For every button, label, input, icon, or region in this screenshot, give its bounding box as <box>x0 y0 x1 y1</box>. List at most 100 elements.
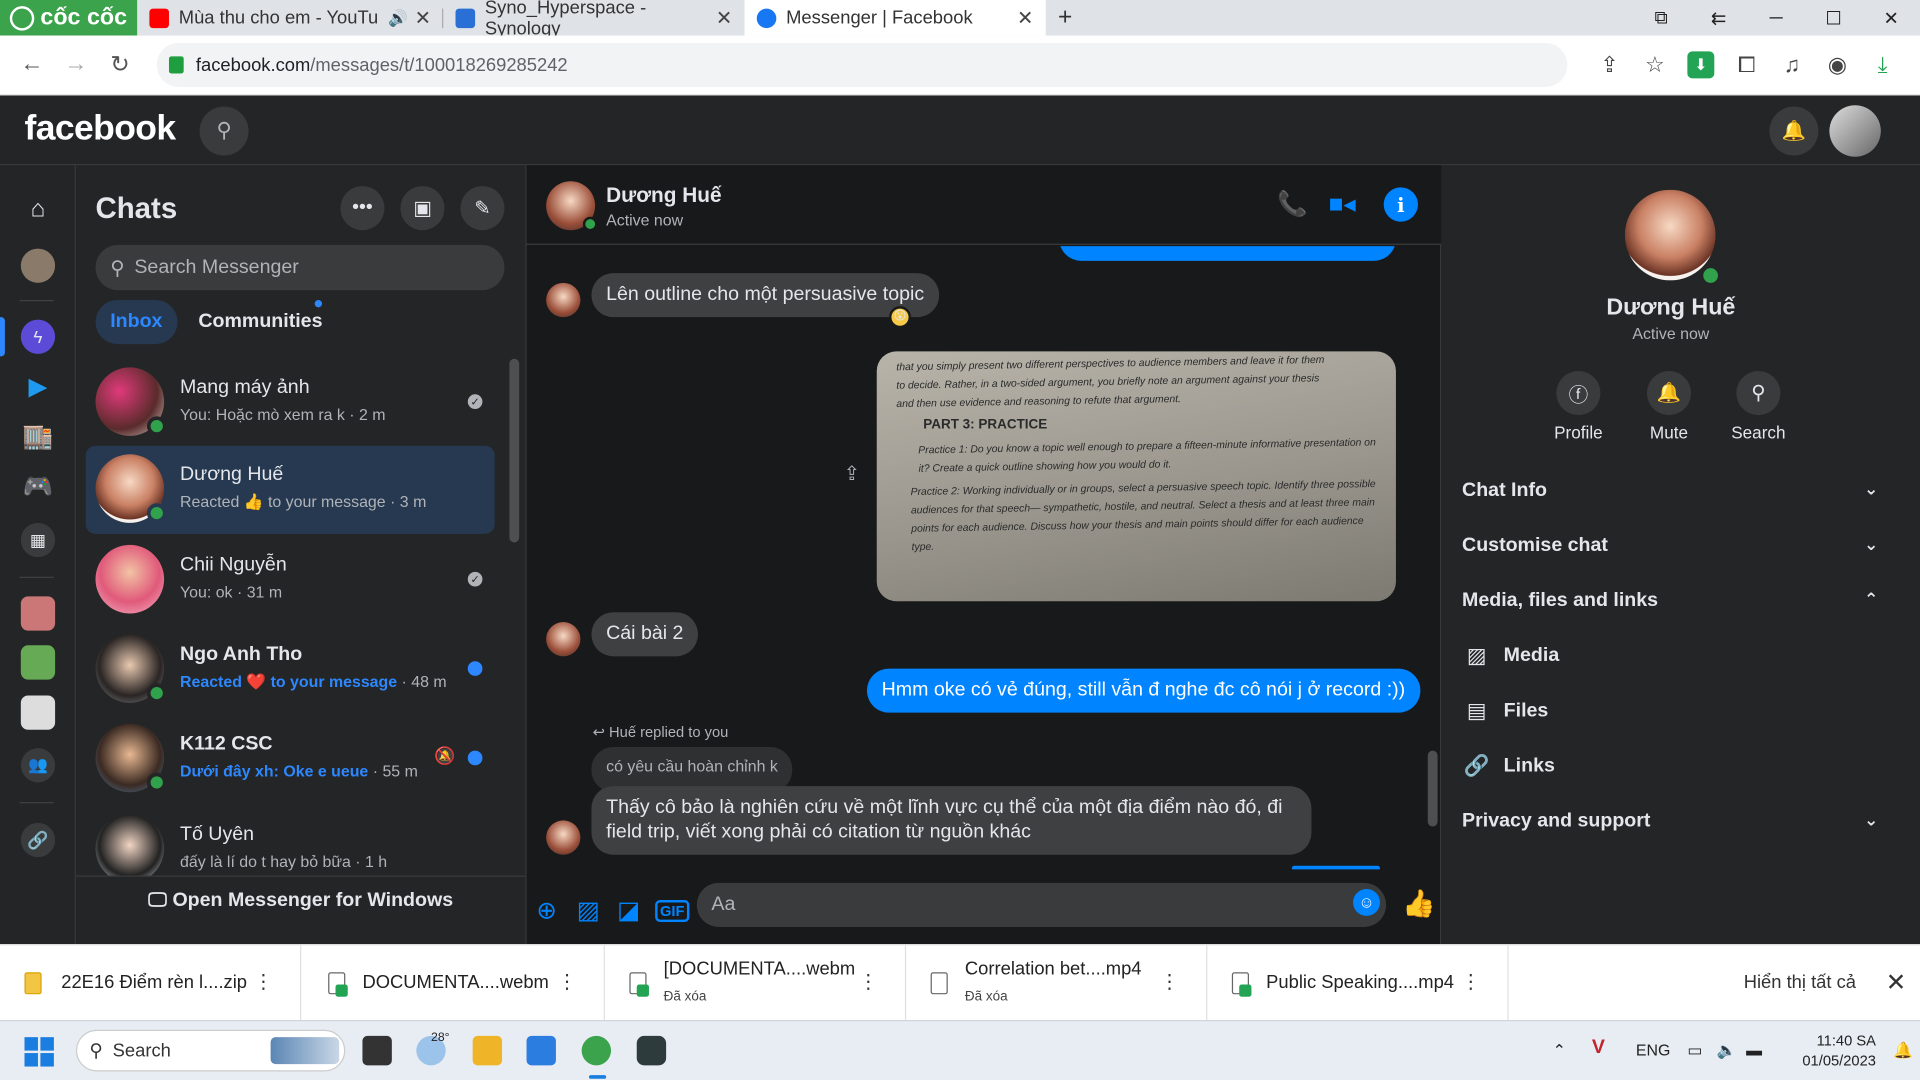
outgoing-message[interactable]: Hmm oke có vẻ đúng, still vẫn đ nghe đc … <box>866 668 1420 713</box>
clock[interactable]: 11:40 SA 01/05/2023 <box>1778 1031 1876 1070</box>
group-thumb-1[interactable] <box>20 596 56 631</box>
incoming-message[interactable]: Thấy cô bảo là nghiên cứu về một lĩnh vự… <box>591 786 1312 855</box>
image-icon[interactable]: ▨ <box>577 895 600 926</box>
profile-action[interactable]: ⓕ Profile <box>1536 371 1622 442</box>
more-icon[interactable]: ⋮ <box>1461 970 1481 994</box>
close-icon[interactable]: ✕ <box>415 6 431 30</box>
notification-icon[interactable]: 🔔 <box>1893 1041 1913 1061</box>
messenger-icon[interactable]: ϟ <box>20 319 56 354</box>
section-chat-info[interactable]: Chat Info ⌄ <box>1462 464 1878 518</box>
more-icon[interactable]: ⋮ <box>1160 970 1180 994</box>
share-icon[interactable]: ⇪ <box>1587 52 1632 78</box>
reload-icon[interactable]: ↻ <box>98 51 142 79</box>
groups-icon[interactable]: 👥 <box>20 748 56 783</box>
home-icon[interactable]: ⌂ <box>21 192 55 226</box>
link-icon[interactable]: 🔗 <box>20 822 56 858</box>
incoming-message[interactable]: Cái bài 2 <box>591 612 699 657</box>
incoming-message[interactable]: Lên outline cho một persuasive topic <box>591 273 939 318</box>
chat-item[interactable]: Chii Nguyễn You: ok · 31 m ✓ <box>86 536 495 624</box>
chevron-up-icon[interactable]: ⌃ <box>1553 1041 1566 1061</box>
minimize-button[interactable]: ─ <box>1747 7 1805 28</box>
language-indicator[interactable]: ENG <box>1636 1041 1670 1059</box>
chat-item[interactable]: K112 CSC Dưới đây xh: Oke e ueue · 55 m … <box>86 715 495 803</box>
files-item[interactable]: ▤ Files <box>1462 684 1878 738</box>
section-privacy-support[interactable]: Privacy and support ⌄ <box>1462 795 1878 849</box>
tab-inbox[interactable]: Inbox <box>95 300 178 345</box>
message-scrollbar[interactable] <box>1427 750 1438 827</box>
more-icon[interactable]: ⋮ <box>557 970 577 994</box>
new-message-button[interactable]: ✎ <box>460 186 505 231</box>
profile-avatar[interactable] <box>20 248 56 283</box>
tab-youtube[interactable]: Mùa thu cho em - YouTu 🔊 ✕ <box>137 0 444 36</box>
gif-icon[interactable]: GIF <box>655 900 690 923</box>
download-item[interactable]: Correlation bet....mp4 Đã xóa ⋮ <box>906 945 1208 1022</box>
download-item[interactable]: [DOCUMENTA....webm Đã xóa ⋮ <box>605 945 907 1022</box>
open-messenger-windows-link[interactable]: 🖵 Open Messenger for Windows <box>76 890 525 912</box>
account-icon[interactable]: ◉ <box>1815 52 1860 78</box>
windows-start-icon[interactable] <box>24 1037 54 1067</box>
chat-item-selected[interactable]: Dương Huế Reacted 👍 to your message · 3 … <box>85 445 495 534</box>
chat-item[interactable]: Tố Uyên đấy là lí do t hay bỏ bữa · 1 h <box>86 806 495 876</box>
chat-item[interactable]: Mang máy ảnh You: Hoặc mò xem ra k · 2 m… <box>86 359 495 447</box>
contact-name[interactable]: Dương Huế <box>606 184 721 208</box>
like-icon[interactable]: 👍 <box>1402 888 1436 920</box>
message-input[interactable]: Aa <box>696 882 1387 927</box>
chat-item[interactable]: Ngo Anh Tho Reacted ❤️ to your message ·… <box>86 626 495 714</box>
search-icon[interactable]: ⚲ <box>199 106 249 156</box>
forward-icon[interactable]: → <box>54 51 98 78</box>
coccoc-taskbar-icon[interactable] <box>581 1035 612 1066</box>
sticker-icon[interactable]: ◪ <box>617 895 640 926</box>
phone-icon[interactable]: 📞 <box>1277 189 1307 220</box>
taskbar-search[interactable]: ⚲ Search <box>75 1029 346 1072</box>
close-icon[interactable]: ✕ <box>1886 967 1907 998</box>
antivirus-icon[interactable]: V <box>1592 1037 1605 1059</box>
more-options-button[interactable]: ••• <box>340 186 385 231</box>
back-icon[interactable]: ← <box>10 51 54 78</box>
search-action[interactable]: ⚲ Search <box>1716 371 1802 442</box>
todo-icon[interactable] <box>526 1035 556 1066</box>
playlist-icon[interactable]: ♫ <box>1769 52 1814 78</box>
close-icon[interactable]: ✕ <box>1017 6 1033 30</box>
plus-icon[interactable]: ⊕ <box>536 895 557 926</box>
bell-icon[interactable]: 🔔 <box>1769 106 1819 156</box>
mute-action[interactable]: 🔔 Mute <box>1626 371 1712 442</box>
volume-icon[interactable]: 🔈 <box>1717 1041 1737 1061</box>
tab-messenger[interactable]: Messenger | Facebook ✕ <box>744 0 1046 36</box>
chat-list-scrollbar[interactable] <box>509 358 520 543</box>
facebook-logo[interactable]: facebook <box>24 109 176 149</box>
more-icon[interactable]: ⋮ <box>253 970 273 994</box>
maximize-button[interactable]: ☐ <box>1805 7 1863 29</box>
download-item[interactable]: DOCUMENTA....webm ⋮ <box>304 945 605 1022</box>
file-explorer-icon[interactable] <box>472 1035 503 1066</box>
speaker-icon[interactable]: 🔊 <box>388 8 408 28</box>
coccoc-logo[interactable]: cốc cốc <box>0 0 138 36</box>
task-view-icon[interactable] <box>362 1035 392 1066</box>
video-call-icon[interactable]: ■◂ <box>1329 189 1356 220</box>
group-thumb-2[interactable] <box>20 645 56 680</box>
tab-synology[interactable]: Syno_Hyperspace - Synology ✕ <box>443 0 744 39</box>
watch-icon[interactable]: ▶ <box>21 369 55 403</box>
star-icon[interactable]: ☆ <box>1632 52 1677 78</box>
tab-communities[interactable]: Communities <box>184 300 337 344</box>
more-icon[interactable]: ⋮ <box>858 970 878 994</box>
screenshot-icon[interactable]: ⧉ <box>1632 7 1690 28</box>
network-icon[interactable]: ▭ <box>1687 1041 1702 1061</box>
app-icon[interactable] <box>636 1035 667 1066</box>
info-icon[interactable]: i <box>1383 187 1418 222</box>
battery-icon[interactable]: ▬ <box>1746 1041 1762 1059</box>
back-tabs-icon[interactable]: ⇇ <box>1690 7 1748 29</box>
image-message[interactable]: that you simply present two different pe… <box>876 351 1396 602</box>
download-item[interactable]: Public Speaking....mp4 ⋮ <box>1207 945 1509 1022</box>
close-window-button[interactable]: ✕ <box>1862 7 1920 29</box>
video-call-new-button[interactable]: ▣ <box>400 186 445 231</box>
close-icon[interactable]: ✕ <box>716 6 732 30</box>
download-item[interactable]: 22E16 Điểm rèn l....zip ⋮ <box>0 945 302 1022</box>
links-item[interactable]: 🔗 Links <box>1462 740 1878 794</box>
group-thumb-3[interactable] <box>20 695 56 730</box>
media-item[interactable]: ▨ Media <box>1462 629 1878 683</box>
search-messenger-input[interactable]: ⚲ Search Messenger <box>95 244 505 291</box>
marketplace-icon[interactable]: 🏬 <box>21 419 55 453</box>
new-tab-button[interactable]: + <box>1046 0 1088 36</box>
gaming-icon[interactable]: 🎮 <box>21 469 55 503</box>
url-field[interactable]: facebook.com /messages/t/100018269285242 <box>156 42 1568 87</box>
